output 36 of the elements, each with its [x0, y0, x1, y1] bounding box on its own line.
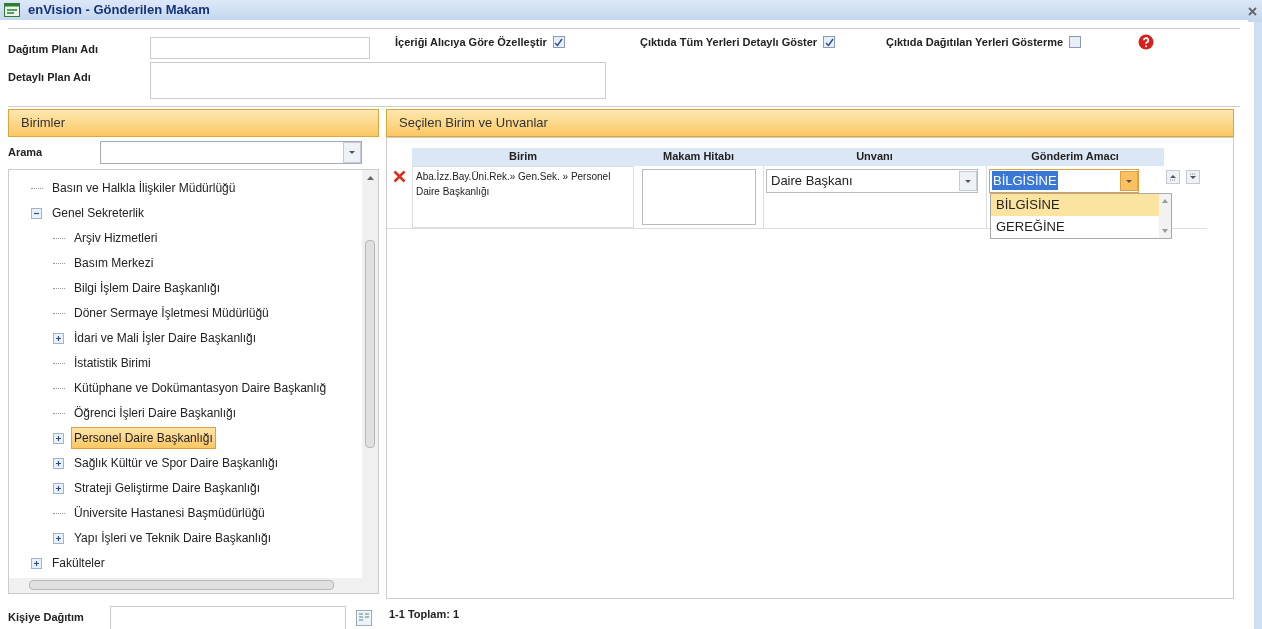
- tree-item[interactable]: İstatistik Birimi: [71, 352, 154, 374]
- column-header: Gönderim Amacı: [986, 147, 1164, 166]
- tree-item[interactable]: İdari ve Mali İşler Daire Başkanlığı: [71, 327, 260, 349]
- field-label: Detaylı Plan Adı: [8, 70, 92, 85]
- tree-item[interactable]: Yapı İşleri ve Teknik Daire Başkanlığı: [71, 527, 274, 549]
- option-label: Çıktıda Tüm Yerleri Detaylı Göster: [640, 35, 818, 50]
- tree-item[interactable]: Basın ve Halkla İlişkiler Müdürlüğü: [49, 177, 239, 199]
- column-header: Unvanı: [763, 147, 986, 166]
- column-header: Birim: [412, 147, 634, 166]
- tree-item[interactable]: Strateji Geliştirme Daire Başkanlığı: [71, 477, 264, 499]
- tree-item[interactable]: Genel Sekreterlik: [49, 202, 148, 224]
- table-cell: Aba.İzz.Bay.Üni.Rek.» Gen.Sek. » Personel Daire Başkanlığı: [412, 165, 634, 228]
- tree-item[interactable]: Sağlık Kültür ve Spor Daire Başkanlığı: [71, 452, 282, 474]
- tree-item[interactable]: Fakülteler: [49, 552, 108, 574]
- field-label: Kişiye Dağıtım: [8, 610, 85, 626]
- tree-item[interactable]: Arşiv Hizmetleri: [71, 227, 161, 249]
- window-title: enVision - Gönderilen Makam: [28, 1, 210, 19]
- option-label: Çıktıda Dağıtılan Yerleri Gösterme: [886, 35, 1064, 50]
- tree-item[interactable]: Döner Sermaye İşletmesi Müdürlüğü: [71, 302, 272, 324]
- panel-header: Birimler: [8, 108, 379, 137]
- tree-item[interactable]: Personel Daire Başkanlığı: [71, 427, 216, 449]
- title-combo[interactable]: Daire Başkanı: [766, 168, 978, 193]
- dropdown-option[interactable]: BİLGİSİNE: [991, 193, 1159, 216]
- record-count: 1-1 Toplam: 1: [389, 606, 461, 622]
- purpose-combo[interactable]: BİLGİSİNE: [989, 168, 1139, 193]
- option-label: İçeriği Alıcıya Göre Özelleştir: [395, 35, 547, 50]
- tree-item[interactable]: Kütüphane ve Dokümantasyon Daire Başkanlığ: [71, 377, 330, 399]
- tree-item[interactable]: Öğrenci İşleri Daire Başkanlığı: [71, 402, 240, 424]
- column-header: Makam Hitabı: [634, 147, 763, 166]
- tree-item[interactable]: Basım Merkezi: [71, 252, 157, 274]
- field-label: Dağıtım Planı Adı: [8, 41, 100, 57]
- tree-item[interactable]: Bilgi İşlem Daire Başkanlığı: [71, 277, 224, 299]
- panel-header: Seçilen Birim ve Unvanlar: [386, 108, 1234, 137]
- dropdown-option[interactable]: GEREĞİNE: [991, 215, 1159, 238]
- tree-item[interactable]: Üniversite Hastanesi Başmüdürlüğü: [71, 502, 268, 524]
- search-label: Arama: [8, 145, 44, 161]
